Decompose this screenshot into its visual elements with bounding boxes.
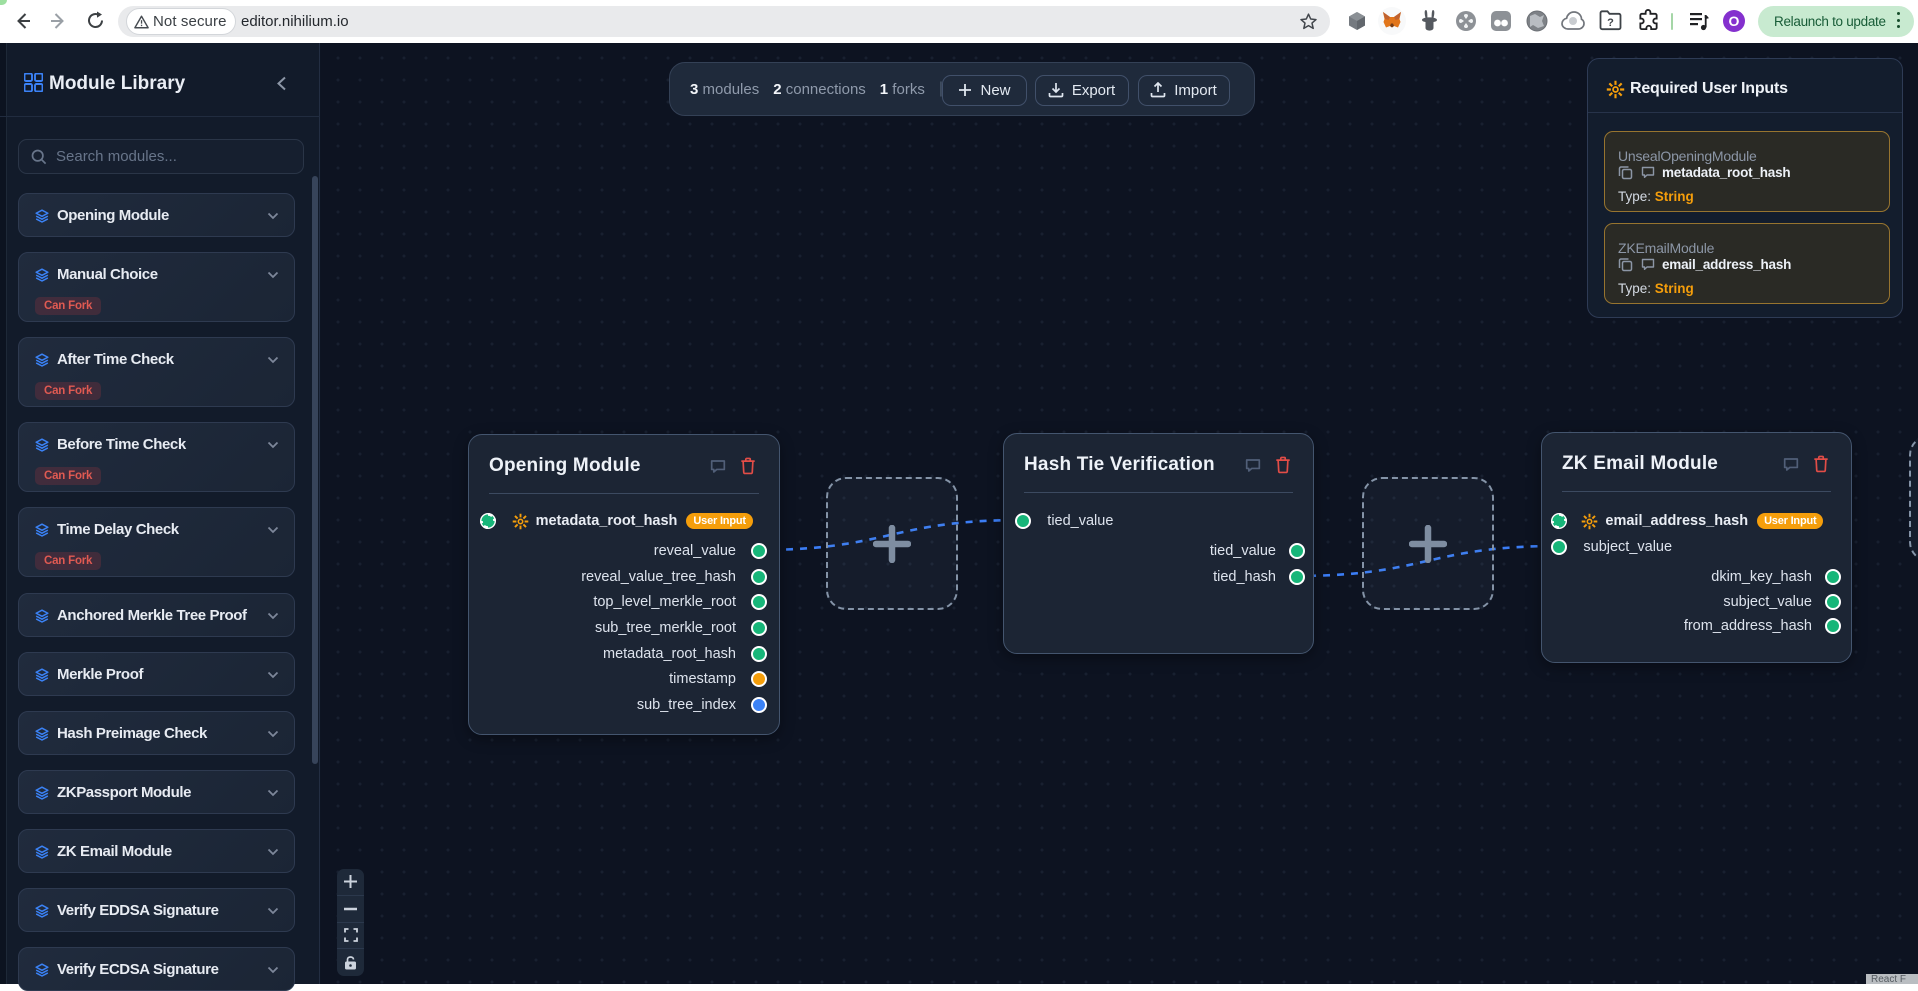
svg-text:?: ?	[1607, 17, 1614, 29]
